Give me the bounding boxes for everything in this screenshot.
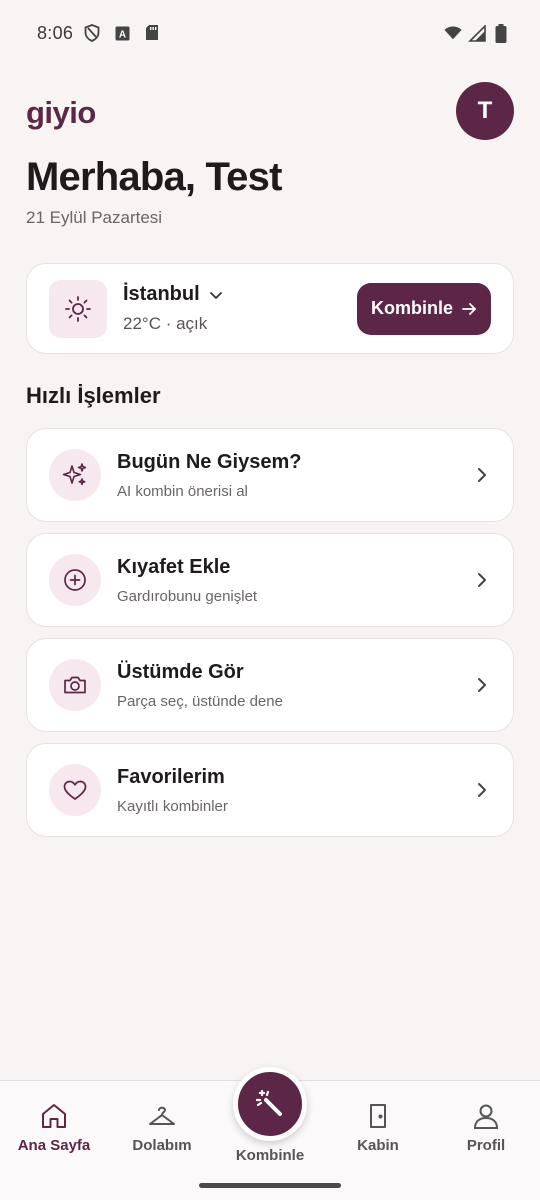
chevron-right-icon (475, 676, 489, 694)
action-title: Üstümde Gör (117, 660, 244, 683)
chevron-right-icon (475, 571, 489, 589)
action-subtitle: Kayıtlı kombinler (117, 797, 228, 815)
chevron-right-icon (475, 781, 489, 799)
city-name: İstanbul (123, 283, 200, 305)
greeting-title: Merhaba, Test (26, 155, 282, 199)
date-label: 21 Eylül Pazartesi (26, 208, 163, 227)
door-icon (363, 1101, 393, 1131)
svg-text:A: A (119, 29, 126, 40)
sun-icon (49, 279, 107, 338)
nav-item-home[interactable]: Ana Sayfa (0, 1101, 108, 1154)
weather-card: İstanbul 22°C · açık Kombinle (26, 263, 514, 354)
chevron-right-icon (475, 466, 489, 484)
weather-conditions: 22°C · açık (123, 314, 208, 333)
wifi-icon (444, 24, 462, 42)
action-card-try-on[interactable]: Üstümde Gör Parça seç, üstünde dene (26, 638, 514, 732)
action-card-add-clothing[interactable]: Kıyafet Ekle Gardırobunu genişlet (26, 533, 514, 627)
bottom-nav: Ana Sayfa Dolabım Kombinle Kabin Profil (0, 1067, 540, 1200)
signal-icon (468, 24, 486, 42)
nav-item-fitting-room[interactable]: Kabin (324, 1101, 432, 1154)
action-title: Kıyafet Ekle (117, 555, 231, 578)
quick-actions-title: Hızlı İşlemler (26, 383, 161, 408)
nav-label: Kombinle (235, 1147, 305, 1164)
nav-label: Kabin (357, 1137, 399, 1154)
action-subtitle: Gardırobunu genişlet (117, 587, 258, 605)
city-selector[interactable]: İstanbul (123, 283, 224, 306)
action-card-favorites[interactable]: Favorilerim Kayıtlı kombinler (26, 743, 514, 837)
action-subtitle: Parça seç, üstünde dene (117, 692, 283, 710)
status-bar: 8:06 A (0, 0, 540, 66)
kombinle-fab[interactable] (233, 1067, 307, 1141)
arrow-right-icon (461, 301, 477, 317)
avatar[interactable]: T (456, 82, 514, 140)
action-title: Favorilerim (117, 765, 225, 788)
nav-label: Ana Sayfa (17, 1137, 91, 1154)
camera-icon (49, 659, 101, 711)
person-icon (471, 1101, 501, 1131)
hanger-icon (147, 1101, 177, 1131)
action-subtitle: AI kombin önerisi al (117, 482, 248, 500)
a-box-icon: A (113, 24, 131, 42)
kombinle-button-label: Kombinle (370, 298, 453, 318)
home-indicator[interactable] (199, 1183, 341, 1188)
sd-card-icon (143, 24, 161, 42)
nav-item-profile[interactable]: Profil (432, 1101, 540, 1154)
sparkles-icon (49, 449, 101, 501)
shield-icon (83, 24, 101, 42)
magic-wand-icon (254, 1088, 286, 1120)
battery-icon (492, 23, 510, 43)
home-icon (39, 1101, 69, 1131)
status-time: 8:06 (37, 22, 74, 43)
nav-label: Dolabım (132, 1137, 192, 1154)
action-title: Bugün Ne Giysem? (117, 450, 302, 473)
app-logo: giyio (26, 95, 96, 130)
plus-circle-icon (49, 554, 101, 606)
nav-label: Profil (466, 1137, 506, 1154)
kombinle-button[interactable]: Kombinle (357, 282, 491, 335)
heart-icon (49, 764, 101, 816)
action-card-today-outfit[interactable]: Bugün Ne Giysem? AI kombin önerisi al (26, 428, 514, 522)
chevron-down-icon (208, 287, 224, 303)
nav-item-wardrobe[interactable]: Dolabım (108, 1101, 216, 1154)
